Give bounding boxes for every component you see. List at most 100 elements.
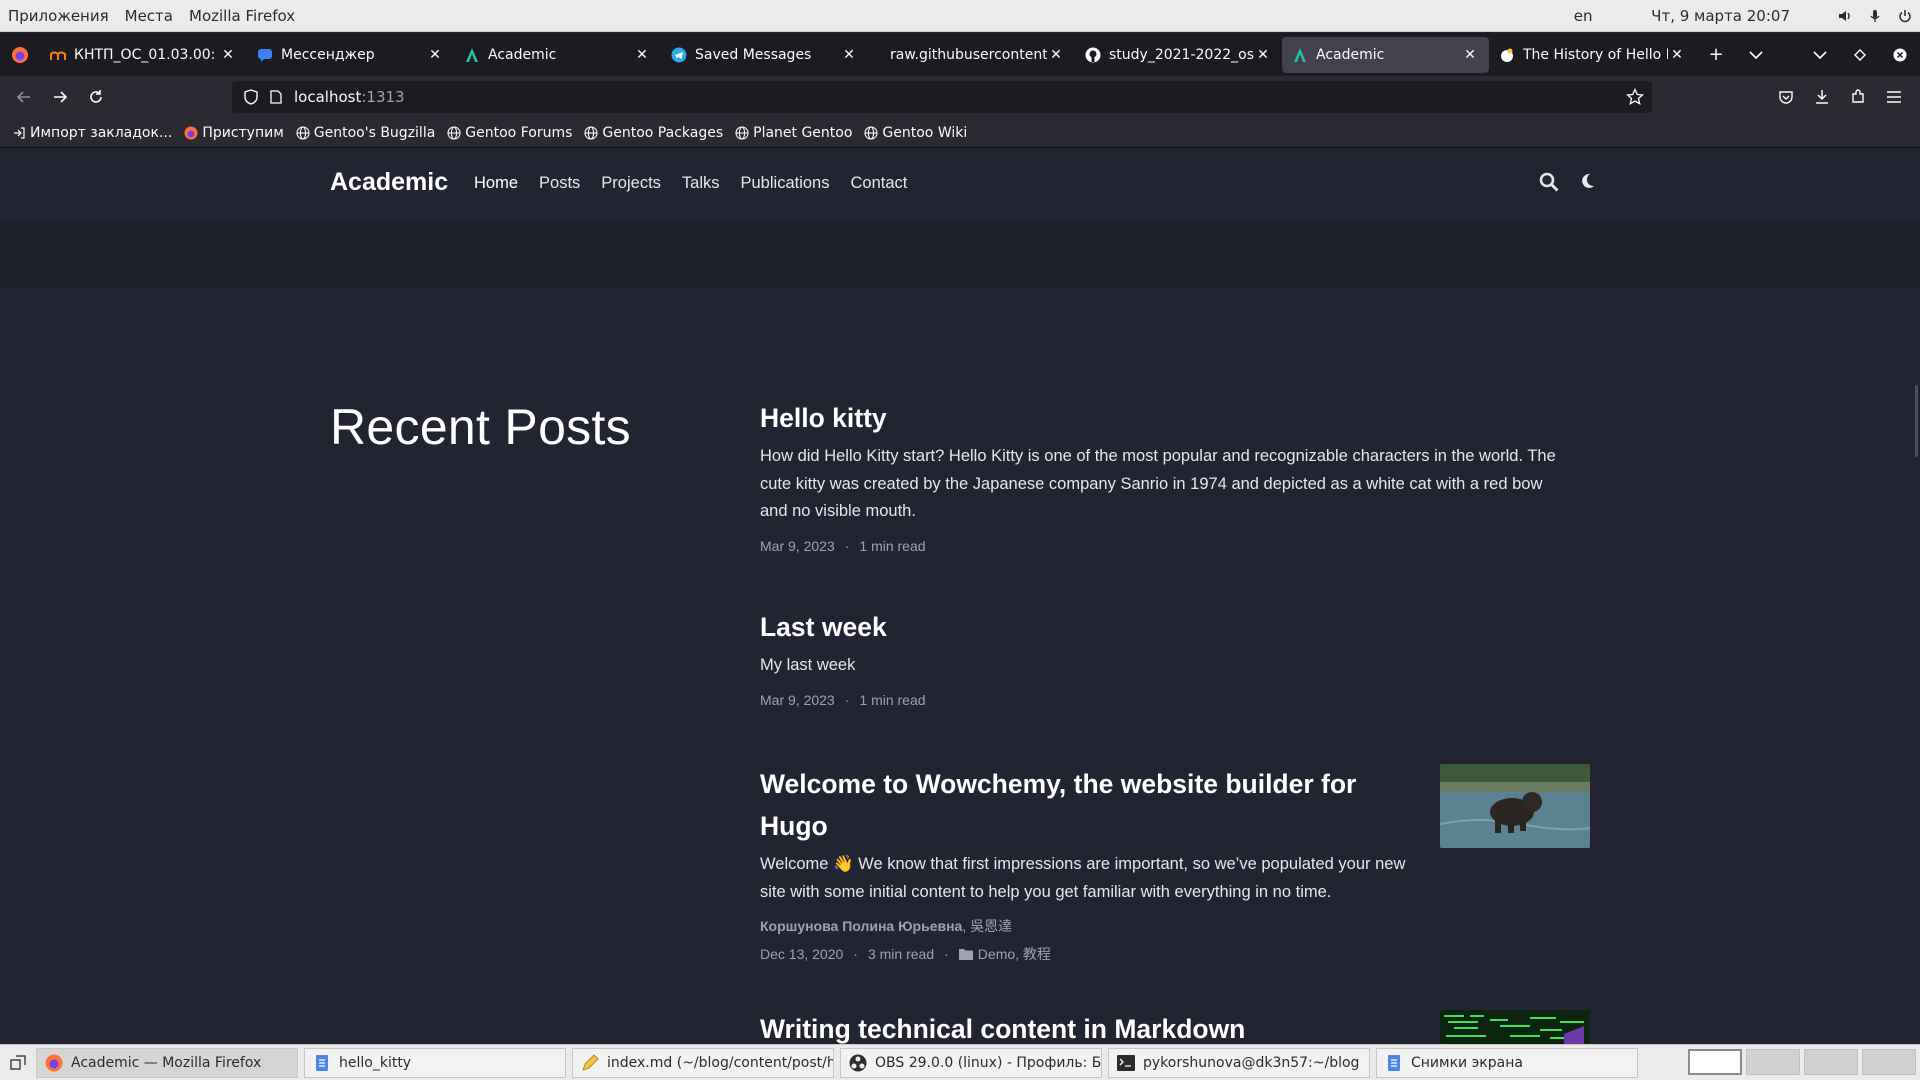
keyboard-layout-indicator[interactable]: en (1553, 7, 1613, 25)
text-editor-icon (581, 1053, 599, 1072)
downloads-icon[interactable] (1804, 81, 1840, 113)
post-hello-kitty: Hello kitty How did Hello Kitty start? H… (760, 397, 1660, 554)
active-app-menu[interactable]: Mozilla Firefox (181, 7, 303, 25)
post-authors: Коршунова Полина Юрьевна, 吳恩達 (760, 916, 1420, 936)
tab-title: Мессенджер (281, 46, 375, 63)
hamburger-menu-icon[interactable] (1876, 81, 1912, 113)
dark-mode-moon-icon[interactable] (1568, 172, 1606, 192)
nav-home[interactable]: Home (474, 174, 518, 193)
show-desktop-icon[interactable] (0, 1046, 36, 1080)
post-categories[interactable]: Demo, 教程 (978, 944, 1051, 964)
tab-6[interactable]: Academic ✕ (1282, 36, 1489, 73)
post-summary: How did Hello Kitty start? Hello Kitty i… (760, 447, 1556, 520)
chevron-down-icon[interactable] (1800, 37, 1840, 73)
post-meta: Mar 9, 2023 · 1 min read (760, 691, 926, 708)
task-hello-kitty[interactable]: hello_kitty (304, 1047, 566, 1078)
post-last-week: Last week My last week Mar 9, 2023 · 1 m… (760, 606, 1660, 708)
tab-7[interactable]: The History of Hello Kitty ✕ (1489, 37, 1696, 73)
tab-title: Saved Messages (695, 46, 812, 63)
tab-2[interactable]: Academic ✕ (454, 37, 661, 73)
close-window-button[interactable] (1880, 37, 1920, 73)
places-menu[interactable]: Места (117, 7, 181, 25)
task-label: Academic — Mozilla Firefox (71, 1054, 262, 1071)
applications-menu[interactable]: Приложения (0, 7, 117, 25)
restore-window-button[interactable] (1840, 37, 1880, 73)
volume-icon[interactable] (1830, 9, 1860, 23)
globe-icon (584, 125, 598, 140)
hero-band (0, 220, 1920, 288)
post-thumbnail-dog[interactable] (1440, 764, 1590, 848)
bookmark-getting-started[interactable]: Приступим (184, 125, 284, 141)
nav-publications[interactable]: Publications (741, 174, 830, 193)
document-icon (1385, 1054, 1403, 1072)
task-screenshots[interactable]: Снимки экрана (1376, 1047, 1638, 1078)
page-info-icon[interactable] (264, 90, 288, 104)
nav-projects[interactable]: Projects (601, 174, 661, 193)
bookmark-gentoo-packages[interactable]: Gentoo Packages (584, 125, 723, 141)
post-date: Mar 9, 2023 (760, 537, 835, 554)
bookmark-star-icon[interactable] (1625, 87, 1645, 110)
tab-1[interactable]: Мессенджер ✕ (247, 37, 454, 73)
search-icon[interactable] (1530, 172, 1568, 192)
task-terminal[interactable]: pykorshunova@dk3n57:~/blog (1108, 1047, 1370, 1078)
close-icon[interactable]: ✕ (840, 47, 858, 63)
list-tabs-button[interactable] (1736, 37, 1776, 73)
post-author[interactable]: Коршунова Полина Юрьевна (760, 918, 962, 934)
tab-3[interactable]: Saved Messages ✕ (661, 37, 868, 73)
close-icon[interactable]: ✕ (426, 47, 444, 63)
url-port: :1313 (361, 88, 405, 106)
reload-button[interactable] (78, 81, 114, 113)
page-scrollbar[interactable] (1915, 385, 1918, 457)
workspace-3[interactable] (1804, 1049, 1858, 1075)
hello-kitty-icon (1499, 47, 1515, 63)
post-thumbnail-code[interactable] (1440, 1010, 1590, 1044)
post-title[interactable]: Welcome to Wowchemy, the website builder… (760, 763, 1420, 847)
site-brand[interactable]: Academic (330, 168, 448, 197)
academic-icon (464, 47, 480, 63)
close-icon[interactable]: ✕ (1668, 47, 1686, 63)
nav-talks[interactable]: Talks (682, 174, 720, 193)
close-icon[interactable]: ✕ (1254, 47, 1272, 63)
bookmark-gentoo-bugzilla[interactable]: Gentoo's Bugzilla (296, 125, 435, 141)
tab-5[interactable]: study_2021-2022_os-intro ✕ (1075, 37, 1282, 73)
microphone-icon[interactable] (1860, 9, 1890, 23)
workspace-4[interactable] (1862, 1049, 1916, 1075)
url-bar[interactable]: localhost:1313 (232, 81, 1652, 113)
nav-posts[interactable]: Posts (539, 174, 580, 193)
close-icon[interactable]: ✕ (1047, 47, 1065, 63)
task-obs[interactable]: OBS 29.0.0 (linux) - Профиль: Без... (840, 1047, 1102, 1078)
post-coauthor[interactable]: , 吳恩達 (962, 918, 1012, 934)
post-title[interactable]: Last week (760, 606, 1660, 648)
clock[interactable]: Чт, 9 марта 20:07 (1651, 7, 1790, 25)
bookmark-gentoo-forums[interactable]: Gentoo Forums (447, 125, 572, 141)
task-firefox[interactable]: Academic — Mozilla Firefox (36, 1047, 298, 1078)
pocket-icon[interactable] (1768, 81, 1804, 113)
academic-icon (1292, 47, 1308, 63)
tab-4[interactable]: raw.githubusercontent.com ✕ (868, 37, 1075, 73)
nav-contact[interactable]: Contact (850, 174, 907, 193)
power-icon[interactable] (1890, 9, 1920, 23)
close-icon[interactable]: ✕ (1461, 47, 1479, 63)
workspace-1[interactable] (1688, 1049, 1742, 1075)
post-date: Mar 9, 2023 (760, 691, 835, 708)
tab-title: КНТП_ОС_01.03.00: Эта (74, 46, 219, 63)
tab-0[interactable]: КНТП_ОС_01.03.00: Эта ✕ (40, 37, 247, 73)
close-icon[interactable]: ✕ (633, 47, 651, 63)
firefox-view-icon[interactable] (0, 33, 40, 76)
bookmark-label: Planet Gentoo (753, 124, 853, 141)
close-icon[interactable]: ✕ (219, 47, 237, 63)
forward-button[interactable] (42, 81, 78, 113)
task-text-editor[interactable]: index.md (~/blog/content/post/he... (572, 1047, 834, 1078)
bookmark-import[interactable]: Импорт закладок... (12, 125, 172, 141)
back-button[interactable] (6, 81, 42, 113)
new-tab-button[interactable]: + (1696, 37, 1736, 73)
tab-title: Academic (488, 46, 557, 63)
post-reading-time: 1 min read (859, 537, 926, 554)
bookmark-planet-gentoo[interactable]: Planet Gentoo (735, 125, 852, 141)
tracking-protection-icon[interactable] (240, 89, 262, 105)
extensions-icon[interactable] (1840, 81, 1876, 113)
bookmark-gentoo-wiki[interactable]: Gentoo Wiki (864, 125, 967, 141)
site-menu: Home Posts Projects Talks Publications C… (474, 174, 928, 193)
post-title[interactable]: Hello kitty (760, 397, 1660, 439)
workspace-2[interactable] (1746, 1049, 1800, 1075)
